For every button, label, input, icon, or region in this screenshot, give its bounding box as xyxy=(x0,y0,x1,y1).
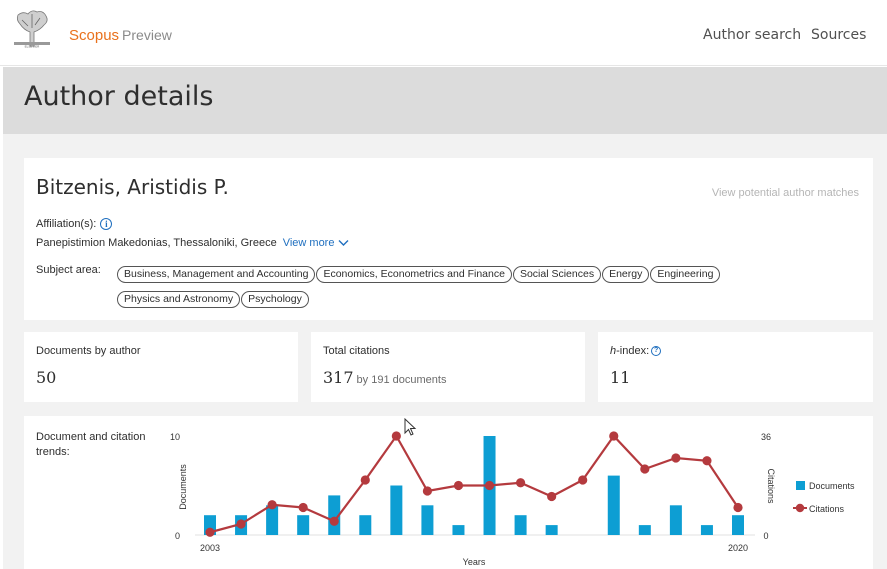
bar-documents-2005 xyxy=(266,505,279,535)
point-citations-2010 xyxy=(422,486,433,496)
citations-line xyxy=(209,433,739,534)
point-citations-2007 xyxy=(329,516,339,526)
point-citations-2012 xyxy=(484,480,495,491)
x-axis-title: Years xyxy=(463,557,486,567)
point-citations-2006 xyxy=(298,502,308,513)
point-citations-2018 xyxy=(671,453,681,463)
bar-documents-2020 xyxy=(732,515,744,535)
bar-documents-2006 xyxy=(297,515,310,535)
legend-documents-swatch xyxy=(796,481,805,490)
bar-documents-2013 xyxy=(514,515,527,535)
y-axis-right-title: Citations xyxy=(766,468,776,504)
bar-documents-2010 xyxy=(421,505,434,535)
point-citations-2019 xyxy=(702,456,712,466)
point-citations-2008 xyxy=(360,475,370,485)
point-citations-2005 xyxy=(267,500,277,510)
x-tick-label: 2003 xyxy=(200,543,220,553)
left-tick-label: 0 xyxy=(175,531,180,541)
left-tick-label: 10 xyxy=(170,432,180,442)
legend-documents-label: Documents xyxy=(809,481,855,491)
trends-chart: 10 0 36 0 2003 2020 Years Documents Citations Doc… xyxy=(170,431,855,567)
point-citations-2013 xyxy=(515,478,526,488)
point-citations-2003 xyxy=(205,527,215,537)
point-citations-2004 xyxy=(236,519,246,529)
bar-documents-2014 xyxy=(545,525,558,535)
right-tick-label: 36 xyxy=(761,432,771,442)
point-citations-2016 xyxy=(609,431,619,441)
mouse-cursor-icon xyxy=(404,418,417,436)
point-citations-2015 xyxy=(578,475,588,485)
bar-documents-2018 xyxy=(669,505,682,535)
bar-documents-2009 xyxy=(390,485,403,535)
point-citations-2011 xyxy=(453,480,464,491)
bar-documents-2008 xyxy=(359,515,372,535)
bar-documents-2019 xyxy=(700,525,713,535)
point-citations-2014 xyxy=(547,491,557,502)
bar-documents-2017 xyxy=(638,525,651,535)
legend-citations-swatch xyxy=(795,503,805,513)
legend-citations-label: Citations xyxy=(809,504,845,514)
point-citations-2020 xyxy=(733,502,743,513)
right-tick-label: 0 xyxy=(763,531,768,541)
bar-documents-2011 xyxy=(452,525,465,535)
point-citations-2009 xyxy=(391,431,401,441)
bar-documents-2016 xyxy=(607,475,620,535)
y-axis-left-title: Documents xyxy=(178,464,188,510)
x-tick-label: 2020 xyxy=(728,543,748,553)
point-citations-2017 xyxy=(640,464,650,474)
